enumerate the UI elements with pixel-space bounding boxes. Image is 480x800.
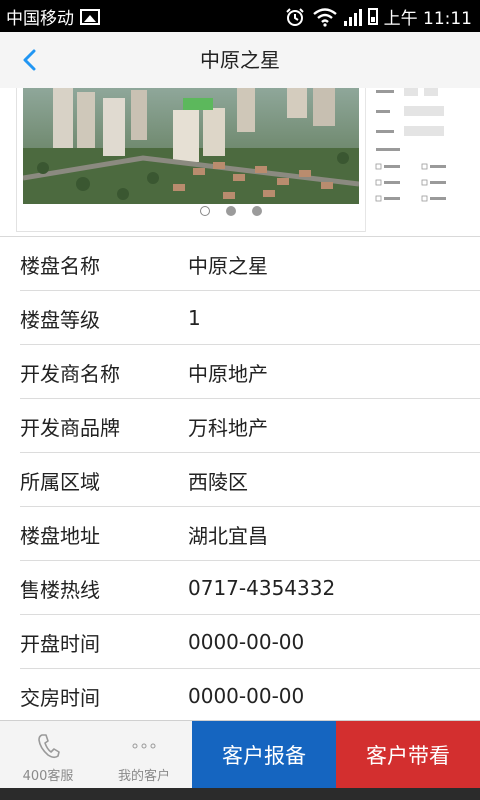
phone-icon bbox=[38, 734, 60, 759]
detail-row-delivery-date: 交房时间 0000-00-00 bbox=[20, 670, 480, 723]
property-photo bbox=[23, 88, 359, 204]
detail-value: 万科地产 bbox=[188, 415, 268, 440]
signal-icon bbox=[343, 8, 362, 26]
detail-label: 楼盘等级 bbox=[20, 307, 100, 332]
bottom-edge bbox=[0, 788, 480, 800]
customer-tour-button[interactable]: 客户带看 bbox=[336, 721, 480, 789]
detail-label: 开发商品牌 bbox=[20, 415, 120, 440]
my-customers-label: 我的客户 bbox=[117, 769, 170, 784]
carrier-name: 中国移动 bbox=[6, 9, 74, 29]
detail-row-developer-brand: 开发商品牌 万科地产 bbox=[20, 400, 480, 453]
carousel-indicators bbox=[200, 206, 262, 216]
battery-icon bbox=[367, 8, 378, 25]
page-title: 中原之星 bbox=[200, 48, 280, 72]
bottom-action-bar: 400客服 我的客户 客户报备 客户带看 bbox=[0, 720, 480, 789]
hotline-value[interactable]: 0717-4354332 bbox=[188, 576, 480, 600]
detail-row-developer-name: 开发商名称 中原地产 bbox=[20, 346, 480, 399]
detail-row-property-grade: 楼盘等级 1 bbox=[20, 292, 480, 345]
detail-label: 售楼热线 bbox=[20, 577, 100, 602]
detail-value: 0000-00-00 bbox=[188, 630, 305, 654]
unit-selection-form-thumbnail bbox=[365, 88, 478, 232]
detail-label: 开盘时间 bbox=[20, 631, 100, 656]
property-details-list: 楼盘名称 中原之星 楼盘等级 1 开发商名称 中原地产 开发商品牌 万科地产 所… bbox=[0, 238, 480, 724]
title-bar: 中原之星 bbox=[0, 32, 480, 89]
detail-label: 楼盘地址 bbox=[20, 523, 100, 548]
detail-row-sales-hotline[interactable]: 售楼热线 0717-4354332 bbox=[20, 562, 480, 615]
alarm-icon bbox=[285, 7, 304, 26]
detail-value: 西陵区 bbox=[188, 469, 248, 494]
status-bar: 中国移动 上午 11:11 bbox=[0, 0, 480, 32]
carousel-dot[interactable] bbox=[252, 206, 262, 216]
image-icon bbox=[80, 8, 100, 25]
carousel-dot[interactable] bbox=[200, 206, 210, 216]
detail-label: 所属区域 bbox=[20, 469, 100, 494]
service-hotline-label: 400客服 bbox=[22, 769, 74, 784]
more-dots-icon bbox=[132, 743, 156, 749]
detail-value: 0000-00-00 bbox=[188, 684, 305, 708]
detail-value: 中原地产 bbox=[188, 361, 268, 386]
detail-value: 中原之星 bbox=[188, 253, 268, 278]
detail-row-opening-date: 开盘时间 0000-00-00 bbox=[20, 616, 480, 669]
detail-value: 1 bbox=[188, 306, 201, 330]
image-carousel[interactable] bbox=[0, 88, 480, 237]
my-customers-button[interactable]: 我的客户 bbox=[96, 721, 192, 789]
detail-label: 开发商名称 bbox=[20, 361, 120, 386]
detail-row-property-name: 楼盘名称 中原之星 bbox=[20, 238, 480, 291]
detail-label: 交房时间 bbox=[20, 685, 100, 710]
carousel-dot[interactable] bbox=[226, 206, 236, 216]
detail-value: 湖北宜昌 bbox=[188, 523, 268, 548]
service-hotline-button[interactable]: 400客服 bbox=[0, 721, 96, 789]
wifi-icon bbox=[312, 7, 337, 27]
detail-label: 楼盘名称 bbox=[20, 253, 100, 278]
detail-row-district: 所属区域 西陵区 bbox=[20, 454, 480, 507]
clock: 上午 11:11 bbox=[383, 9, 472, 29]
customer-report-button[interactable]: 客户报备 bbox=[192, 721, 336, 789]
detail-row-address: 楼盘地址 湖北宜昌 bbox=[20, 508, 480, 561]
